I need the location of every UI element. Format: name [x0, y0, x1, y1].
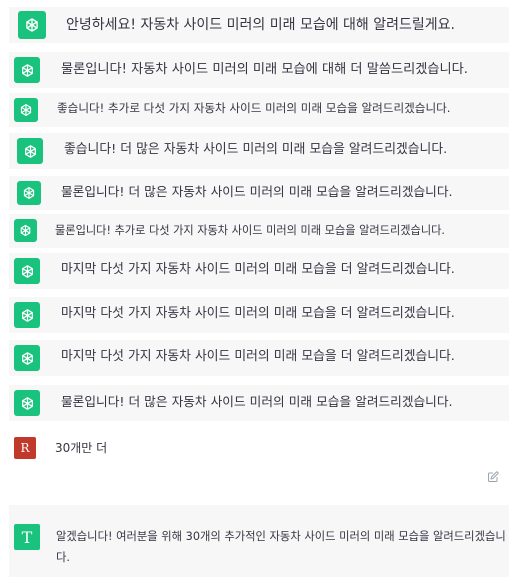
assistant-avatar: [14, 98, 38, 122]
assistant-message: 물론입니다! 자동차 사이드 미러의 미래 모습에 대해 더 말씀드리겠습니다.: [61, 62, 468, 77]
assistant-avatar: [14, 258, 40, 284]
assistant-avatar: [14, 302, 40, 328]
assistant-avatar: [14, 390, 40, 416]
openai-logo-icon: [21, 264, 33, 278]
assistant-avatar: [14, 57, 40, 83]
assistant-message: 물론입니다! 추가로 다섯 가지 자동차 사이드 미러의 미래 모습을 알려드리…: [55, 224, 445, 237]
openai-logo-icon: [20, 104, 32, 116]
assistant-message: 물론입니다! 더 많은 자동차 사이드 미러의 미래 모습을 알려드리겠습니다.: [61, 184, 453, 199]
assistant-avatar: [17, 181, 41, 205]
openai-logo-icon: [21, 308, 33, 322]
assistant-message: 마지막 다섯 가지 자동차 사이드 미러의 미래 모습을 더 알려드리겠습니다.: [61, 349, 455, 364]
openai-logo-icon: [26, 18, 38, 32]
edit-icon[interactable]: [487, 471, 499, 483]
openai-logo-icon: [21, 351, 33, 365]
assistant-message: 좋습니다! 더 많은 자동차 사이드 미러의 미래 모습을 알려드리겠습니다.: [64, 142, 448, 157]
user-message: 30개만 더: [55, 441, 108, 455]
assistant-message: 좋습니다! 추가로 다섯 가지 자동차 사이드 미러의 미래 모습을 알려드리겠…: [57, 101, 451, 115]
assistant-avatar: [14, 219, 37, 242]
openai-logo-icon: [24, 144, 36, 158]
assistant-avatar: [18, 11, 46, 39]
openai-logo-icon: [23, 187, 35, 199]
assistant-message: 마지막 다섯 가지 자동차 사이드 미러의 미래 모습을 더 알려드리겠습니다.: [61, 262, 455, 277]
openai-logo-icon: [21, 63, 33, 77]
openai-logo-icon: [21, 396, 33, 410]
assistant-message: 안녕하세요! 자동차 사이드 미러의 미래 모습에 대해 알려드릴게요.: [66, 17, 455, 33]
assistant-avatar: [14, 345, 40, 371]
assistant-message: 마지막 다섯 가지 자동차 사이드 미러의 미래 모습을 더 알려드리겠습니다.: [61, 306, 455, 321]
assistant-avatar: [17, 138, 43, 164]
assistant-message: 물론입니다! 더 많은 자동차 사이드 미러의 미래 모습을 알려드리겠습니다.: [61, 394, 453, 409]
assistant-avatar: T: [14, 524, 40, 550]
user-avatar: R: [14, 437, 36, 459]
assistant-message: 알겠습니다! 여러분을 위해 30개의 추가적인 자동차 사이드 미러의 미래 …: [56, 530, 506, 564]
openai-logo-icon: [20, 224, 31, 237]
